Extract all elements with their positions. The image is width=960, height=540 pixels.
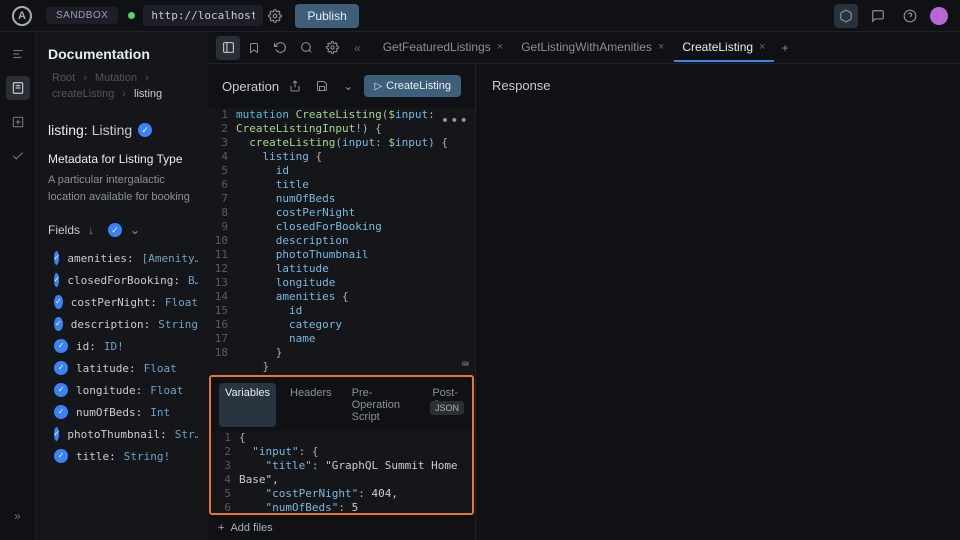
checks-icon[interactable]: [6, 144, 30, 168]
sandbox-chip[interactable]: SANDBOX: [46, 7, 118, 24]
field-row[interactable]: ✓longitude: Float: [48, 379, 198, 401]
json-badge[interactable]: JSON: [430, 401, 464, 415]
main-layout: » Documentation Root›Mutation› createLis…: [0, 32, 960, 540]
operation-tab[interactable]: GetListingWithAmenities×: [513, 34, 672, 62]
more-actions-icon[interactable]: •••: [441, 114, 469, 128]
history-icon[interactable]: [268, 36, 292, 60]
field-check-icon[interactable]: ✓: [54, 449, 68, 463]
field-check-icon[interactable]: ✓: [54, 317, 63, 331]
field-check-icon[interactable]: ✓: [54, 295, 63, 309]
field-check-icon[interactable]: ✓: [54, 273, 59, 287]
expand-icon[interactable]: ⌄: [130, 223, 140, 237]
field-row[interactable]: ✓costPerNight: Float: [48, 291, 198, 313]
breadcrumb-row-1[interactable]: Root›Mutation›: [48, 72, 198, 84]
variables-panel: VariablesHeadersPre-Operation ScriptPost…: [209, 375, 474, 515]
add-files-button[interactable]: +Add files: [208, 516, 475, 540]
panel-layout-icon[interactable]: [216, 36, 240, 60]
run-operation-button[interactable]: CreateListing: [364, 75, 461, 97]
apollo-logo: A: [12, 6, 32, 26]
field-row[interactable]: ✓photoThumbnail: Str…: [48, 423, 198, 445]
sidebar-title: Documentation: [48, 46, 198, 62]
field-check-icon[interactable]: ✓: [54, 339, 68, 353]
operation-tab[interactable]: GetFeaturedListings×: [375, 34, 512, 62]
breadcrumb-row-2[interactable]: createListing›listing: [48, 88, 198, 100]
field-row[interactable]: ✓title: String!: [48, 445, 198, 467]
field-row[interactable]: ✓id: ID!: [48, 335, 198, 357]
check-badge-icon[interactable]: ✓: [138, 123, 152, 137]
field-row[interactable]: ✓description: String: [48, 313, 198, 335]
field-check-icon[interactable]: ✓: [54, 361, 68, 375]
keyboard-icon[interactable]: ⌨: [462, 357, 469, 371]
response-title: Response: [492, 78, 944, 93]
explorer-icon[interactable]: [6, 42, 30, 66]
field-check-icon[interactable]: ✓: [54, 251, 59, 265]
feedback-icon[interactable]: [866, 4, 890, 28]
left-rail: »: [0, 32, 36, 540]
variables-editor[interactable]: 123456 { "input": { "title": "GraphQL Su…: [211, 427, 472, 513]
gear-icon[interactable]: [320, 36, 344, 60]
field-row[interactable]: ✓amenities: [Amenity…: [48, 247, 198, 269]
documentation-sidebar: Documentation Root›Mutation› createListi…: [36, 32, 208, 540]
docs-icon[interactable]: [6, 76, 30, 100]
metadata-title: Metadata for Listing Type: [48, 152, 198, 166]
operation-tab[interactable]: CreateListing×: [674, 34, 773, 62]
vars-tab[interactable]: Pre-Operation Script: [346, 383, 419, 427]
operation-editor[interactable]: 123456789101112131415161718 ••• ⌨ mutati…: [208, 108, 475, 375]
endpoint-url-input[interactable]: [143, 5, 263, 26]
response-pane: Response: [476, 64, 960, 540]
field-check-icon[interactable]: ✓: [54, 405, 68, 419]
share-icon[interactable]: [285, 74, 305, 98]
field-row[interactable]: ✓numOfBeds: Int: [48, 401, 198, 423]
publish-button[interactable]: Publish: [295, 4, 358, 28]
search-icon[interactable]: [294, 36, 318, 60]
settings-icon[interactable]: [263, 4, 287, 28]
help-icon[interactable]: [898, 4, 922, 28]
content-toolbar: « GetFeaturedListings×GetListingWithAmen…: [208, 32, 960, 64]
schema-icon[interactable]: [834, 4, 858, 28]
select-all-icon[interactable]: ✓: [108, 223, 122, 237]
field-check-icon[interactable]: ✓: [54, 383, 68, 397]
content-area: « GetFeaturedListings×GetListingWithAmen…: [208, 32, 960, 540]
tab-scroll-left-icon[interactable]: «: [348, 41, 367, 55]
add-icon[interactable]: [6, 110, 30, 134]
bookmark-icon[interactable]: [242, 36, 266, 60]
field-row[interactable]: ✓closedForBooking: B…: [48, 269, 198, 291]
close-icon[interactable]: ×: [759, 41, 765, 53]
new-tab-button[interactable]: +: [774, 41, 797, 55]
save-icon[interactable]: [312, 74, 332, 98]
user-avatar[interactable]: [930, 7, 948, 25]
fields-header: Fields ↓ ✓ ⌄: [48, 223, 198, 237]
operation-pane: Operation ⌄ CreateListing 12345678910111…: [208, 64, 476, 540]
vars-tab[interactable]: Headers: [284, 383, 338, 427]
collapse-rail-icon[interactable]: »: [6, 504, 30, 528]
metadata-description: A particular intergalactic location avai…: [48, 172, 198, 205]
close-icon[interactable]: ×: [497, 41, 503, 53]
vars-tab[interactable]: Variables: [219, 383, 276, 427]
listing-heading: listing:Listing ✓: [48, 122, 198, 138]
dropdown-icon[interactable]: ⌄: [338, 74, 358, 98]
connection-status-dot: [128, 12, 135, 19]
field-row[interactable]: ✓latitude: Float: [48, 357, 198, 379]
field-check-icon[interactable]: ✓: [54, 427, 59, 441]
sort-icon[interactable]: ↓: [88, 223, 94, 237]
operation-title: Operation: [222, 79, 279, 94]
close-icon[interactable]: ×: [658, 41, 664, 53]
topbar: A SANDBOX Publish: [0, 0, 960, 32]
